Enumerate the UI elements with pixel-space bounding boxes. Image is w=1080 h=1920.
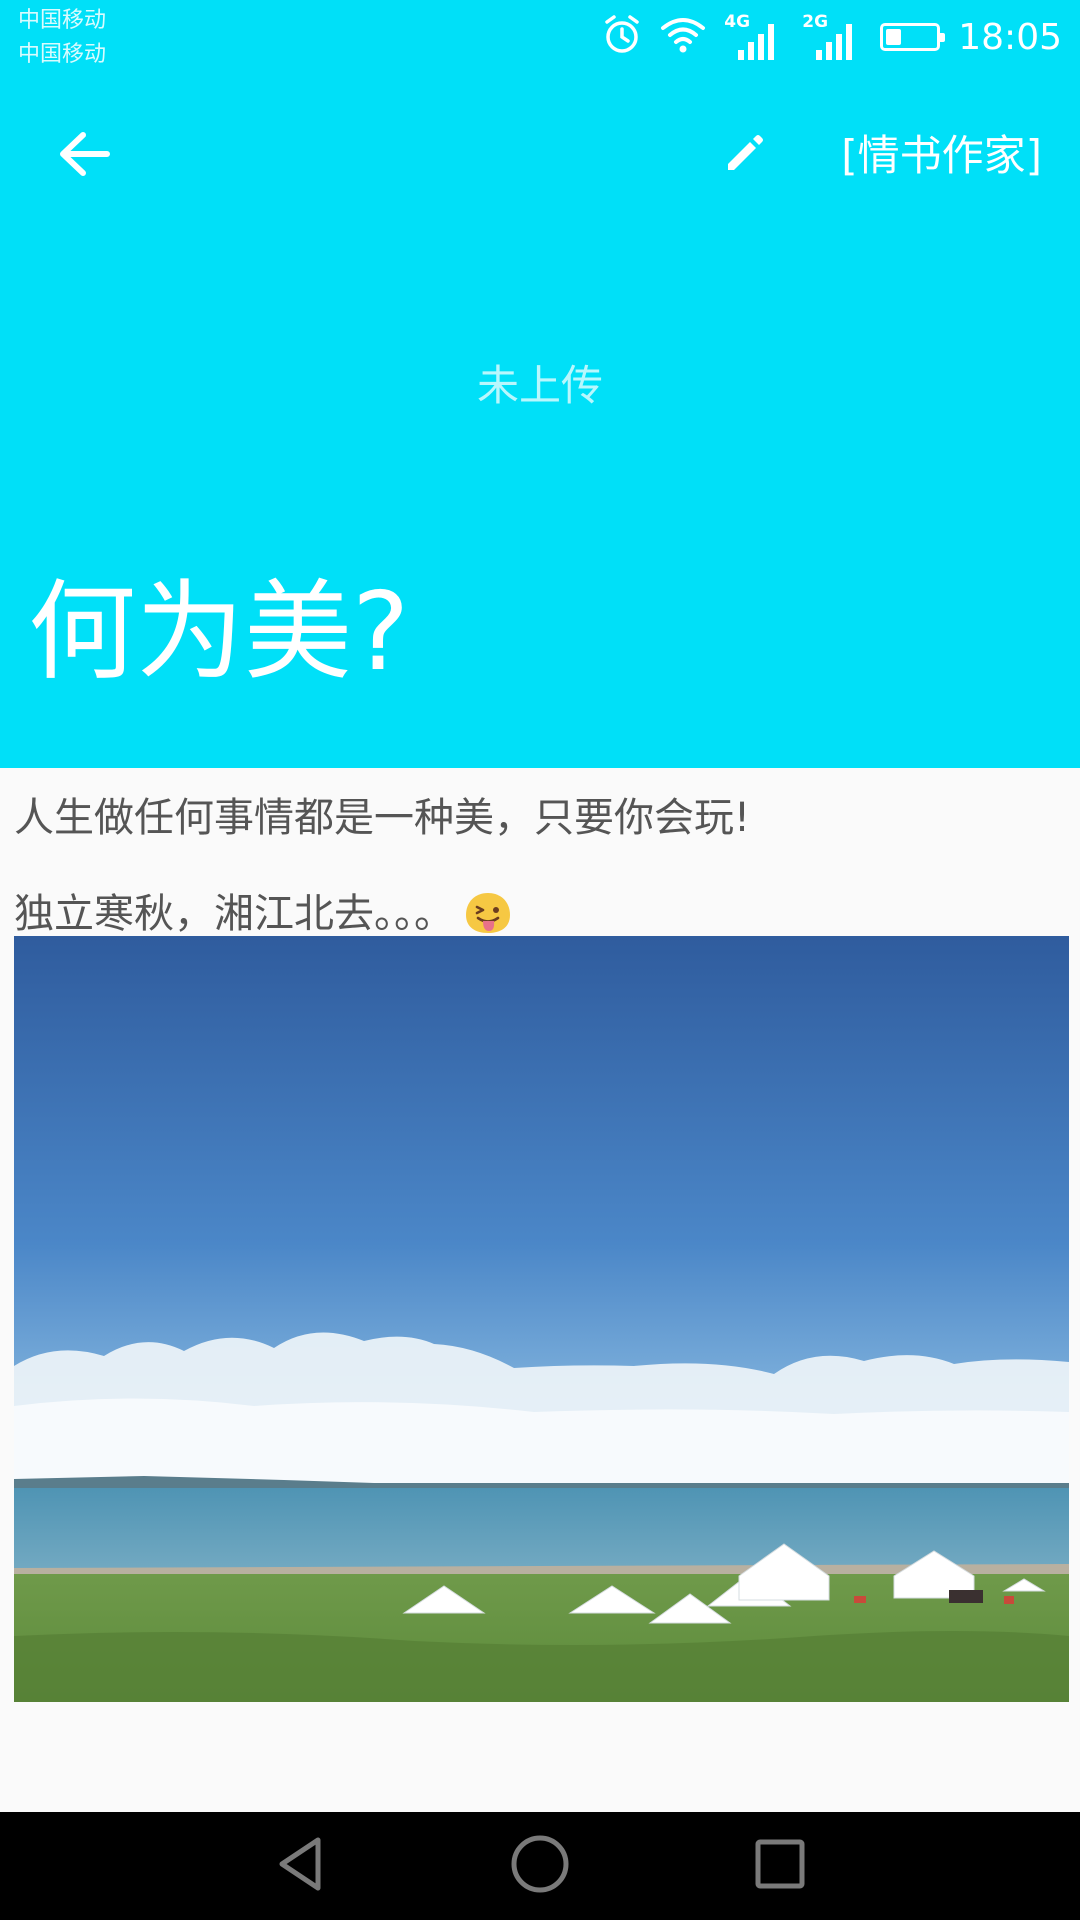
signal-2g-icon: 2G — [802, 12, 862, 62]
edit-button[interactable] — [708, 120, 780, 192]
signal-4g-icon: 4G — [724, 12, 784, 62]
paragraph-2: 独立寒秋，湘江北去。。。 — [14, 886, 512, 942]
alarm-icon — [602, 14, 642, 60]
nav-recent-button[interactable] — [746, 1832, 814, 1900]
upload-status: 未上传 — [476, 361, 603, 410]
circle-home-icon — [509, 1833, 571, 1899]
pencil-icon — [722, 132, 766, 180]
article-title: 何为美? — [28, 570, 410, 695]
status-bar-right: 4G 2G 18:05 — [602, 12, 1062, 62]
article-header: 中国移动 中国移动 4G 2G 18:05 [情书作家] 未上传 何为美? — [0, 0, 1080, 768]
nav-back-button[interactable] — [266, 1832, 334, 1900]
carrier-1: 中国移动 — [18, 8, 107, 33]
carrier-2: 中国移动 — [18, 42, 107, 67]
arrow-left-icon — [57, 129, 111, 183]
battery-level — [886, 29, 901, 45]
battery-icon — [880, 23, 946, 51]
wifi-icon — [660, 16, 706, 58]
square-recents-icon — [752, 1836, 808, 1896]
status-time: 18:05 — [958, 16, 1062, 58]
triangle-back-icon — [272, 1834, 328, 1898]
paragraph-2-text: 独立寒秋，湘江北去。。。 — [14, 891, 454, 937]
paragraph-1: 人生做任何事情都是一种美，只要你会玩! — [14, 795, 751, 841]
back-button[interactable] — [44, 120, 124, 192]
tongue-out-emoji-icon — [464, 891, 512, 935]
nav-home-button[interactable] — [506, 1832, 574, 1900]
author-button[interactable]: [情书作家] — [841, 128, 1042, 184]
article-photo — [14, 936, 1069, 1702]
system-nav-bar — [0, 1812, 1080, 1920]
